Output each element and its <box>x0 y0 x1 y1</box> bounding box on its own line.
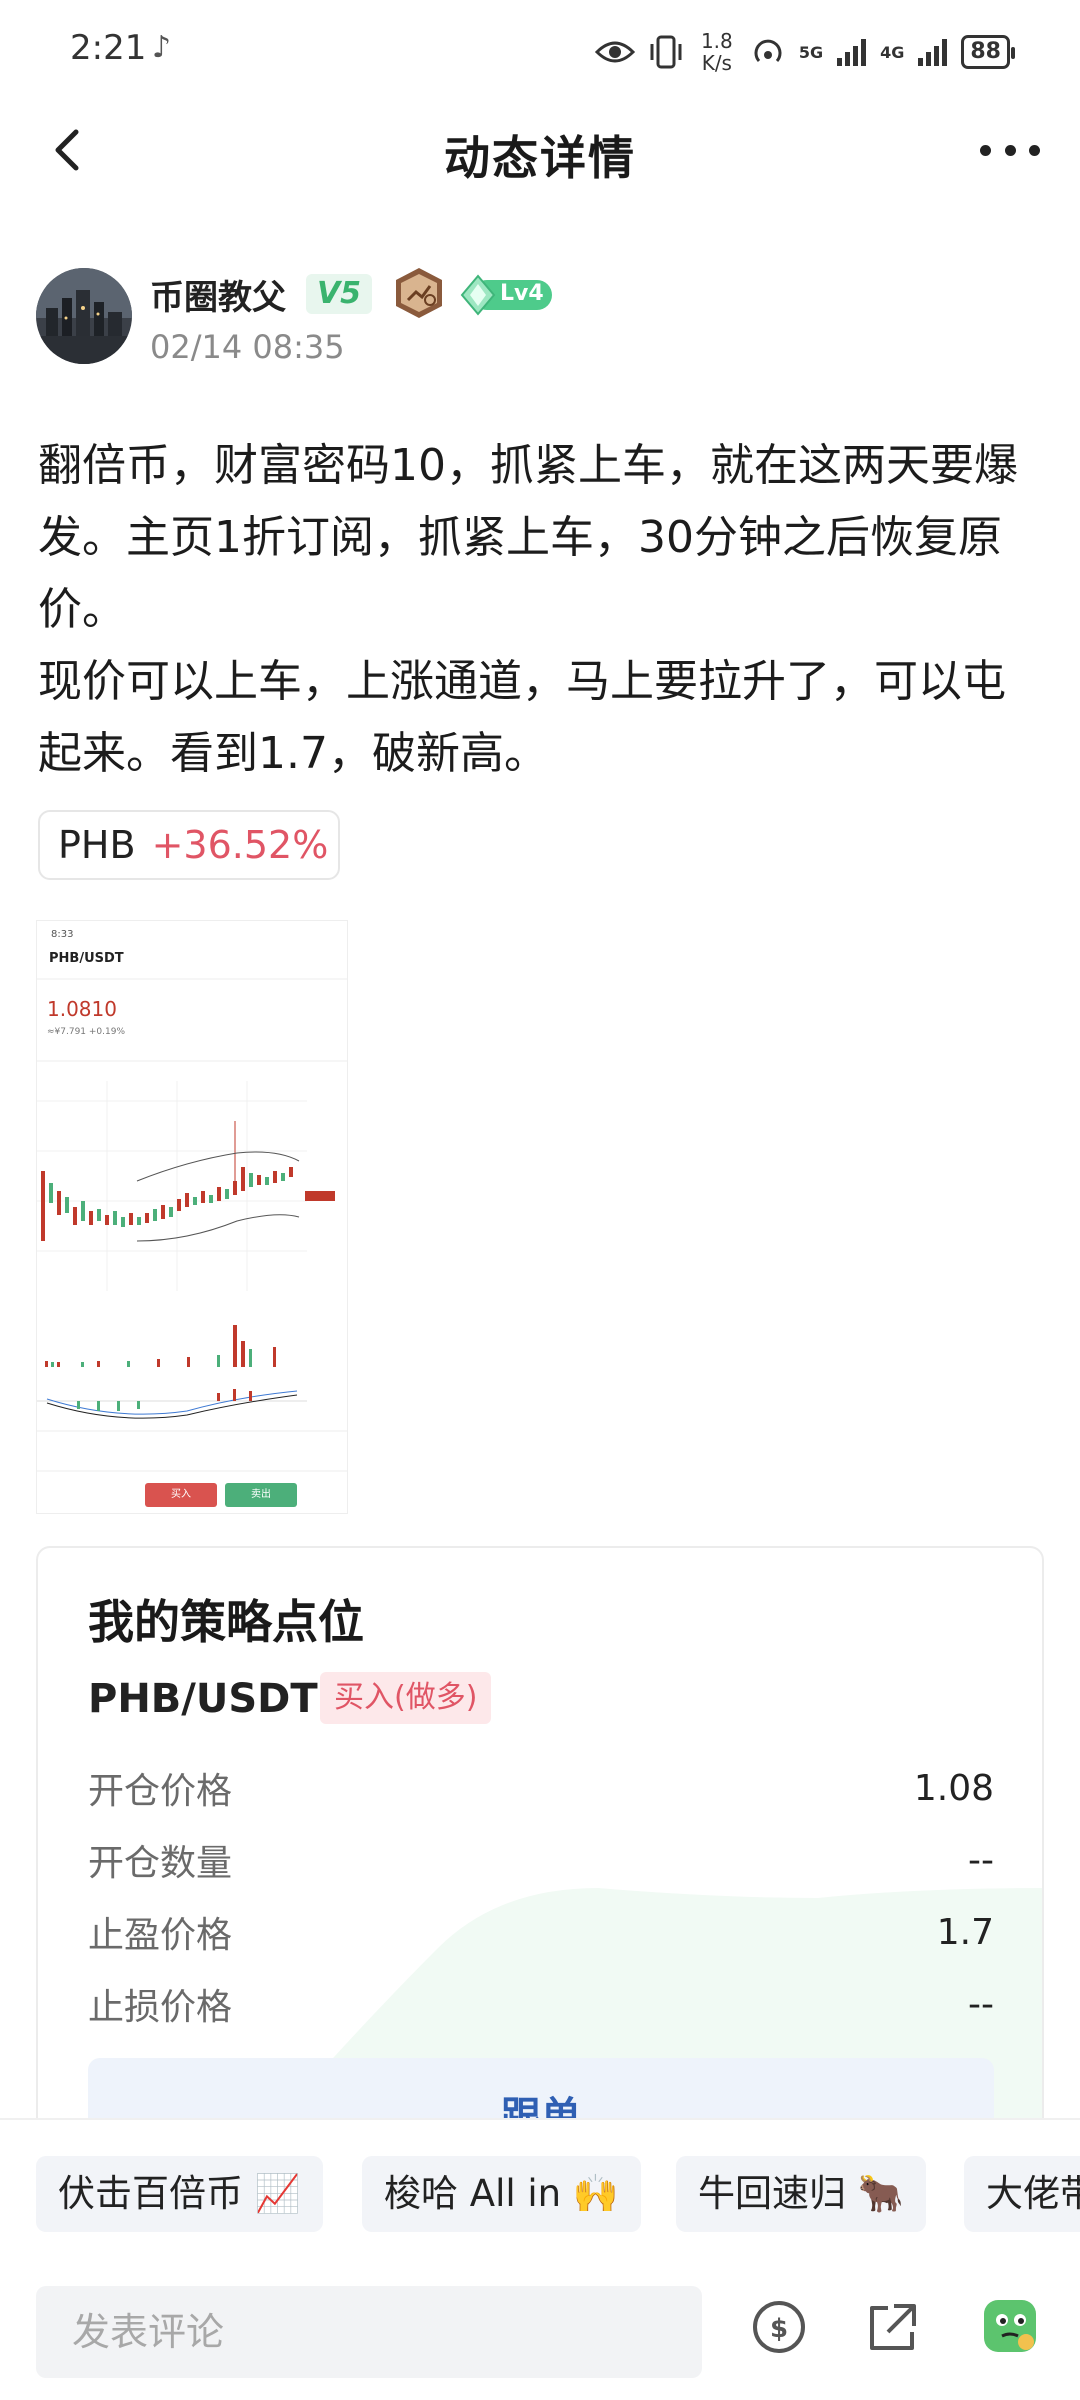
thumb-pair: PHB/USDT <box>49 951 124 966</box>
signal-icon <box>837 38 867 66</box>
thumb-sell-button: 卖出 <box>225 1483 297 1507</box>
thumb-buy-button: 买入 <box>145 1483 217 1507</box>
hotspot-icon <box>754 39 782 62</box>
row-value: -- <box>968 1983 994 2025</box>
post-paragraph: 现价可以上车，上涨通道，马上要拉升了，可以屯起来。看到1.7，破新高。 <box>38 656 1006 779</box>
music-note-icon: ♪ <box>152 30 172 65</box>
thumb-status-time: 8:33 <box>51 929 74 940</box>
page-title: 动态详情 <box>444 131 636 185</box>
sim2-label: 4G <box>880 42 905 62</box>
author-name[interactable]: 币圈教父 <box>150 270 286 319</box>
rank-medal-icon <box>396 268 442 318</box>
coin-symbol: PHB <box>58 823 136 867</box>
thumb-price: 1.0810 <box>47 997 117 1021</box>
svg-text:$: $ <box>770 2314 788 2344</box>
row-value: 1.08 <box>913 1767 994 1809</box>
status-icons: 1.8 K/s 5G 4G 88 <box>594 22 1015 82</box>
quick-reply-chip[interactable]: 梭哈 All in 🙌 <box>362 2156 641 2232</box>
status-bar: 2:21 ♪ 1.8 K/s 5G 4G 88 <box>0 0 1080 100</box>
comment-input[interactable] <box>36 2286 702 2378</box>
row-value: 1.7 <box>936 1911 994 1953</box>
strategy-row: 止损价格 -- <box>88 1974 994 2034</box>
signal-icon <box>918 38 948 66</box>
tip-coin-icon[interactable]: $ <box>750 2298 808 2356</box>
post-time: 02/14 08:35 <box>150 328 345 366</box>
direction-badge: 买入(做多) <box>320 1672 492 1724</box>
status-time: 2:21 <box>70 28 147 68</box>
quick-reply-chip[interactable]: 大佬带 <box>964 2156 1080 2232</box>
row-value: -- <box>968 1839 994 1881</box>
row-label: 开仓价格 <box>88 1771 233 1812</box>
strategy-row: 开仓价格 1.08 <box>88 1758 994 1818</box>
sim1-label: 5G <box>798 42 824 62</box>
share-icon[interactable] <box>864 2298 922 2356</box>
strategy-row: 止盈价格 1.7 <box>88 1902 994 1962</box>
avatar[interactable] <box>36 268 132 364</box>
strategy-title: 我的策略点位 <box>88 1595 364 1649</box>
level-label: Lv4 <box>500 281 544 306</box>
strategy-pair: PHB/USDT <box>88 1676 318 1722</box>
battery-icon: 88 <box>961 35 1015 69</box>
post-image[interactable]: 8:33 PHB/USDT 1.0810 ≈¥7.791 +0.19% 买入 卖… <box>36 920 348 1514</box>
more-dots-icon[interactable] <box>980 122 1040 178</box>
top-nav: 动态详情 <box>0 100 1080 200</box>
speed-value: 1.8 <box>700 29 733 53</box>
thumb-subprice: ≈¥7.791 +0.19% <box>47 1027 126 1037</box>
strategy-row: 开仓数量 -- <box>88 1830 994 1890</box>
network-speed: 1.8 K/s <box>697 30 737 74</box>
eye-icon <box>594 41 635 63</box>
quick-reply-chip[interactable]: 牛回速归 🐂 <box>676 2156 926 2232</box>
row-label: 止损价格 <box>88 1987 233 2028</box>
level-badge: Lv4 <box>458 274 554 316</box>
row-label: 开仓数量 <box>88 1843 233 1884</box>
speed-unit: K/s <box>701 51 732 75</box>
quick-reply-chip[interactable]: 伏击百倍币 📈 <box>36 2156 323 2232</box>
bottom-bar: 伏击百倍币 📈 梭哈 All in 🙌 牛回速归 🐂 大佬带 $ <box>0 2118 1080 2400</box>
post-paragraph: 翻倍币，财富密码10，抓紧上车，就在这两天要爆发。主页1折订阅，抓紧上车，30分… <box>38 440 1018 635</box>
vip-badge: V5 <box>306 274 372 314</box>
row-label: 止盈价格 <box>88 1915 233 1956</box>
coin-change: +36.52% <box>151 823 329 867</box>
vibrate-icon <box>650 35 682 69</box>
thinking-emoji-icon[interactable] <box>980 2296 1040 2356</box>
coin-tag[interactable]: PHB +36.52% <box>38 810 340 880</box>
post-body: 翻倍币，财富密码10，抓紧上车，就在这两天要爆发。主页1折订阅，抓紧上车，30分… <box>38 430 1048 790</box>
